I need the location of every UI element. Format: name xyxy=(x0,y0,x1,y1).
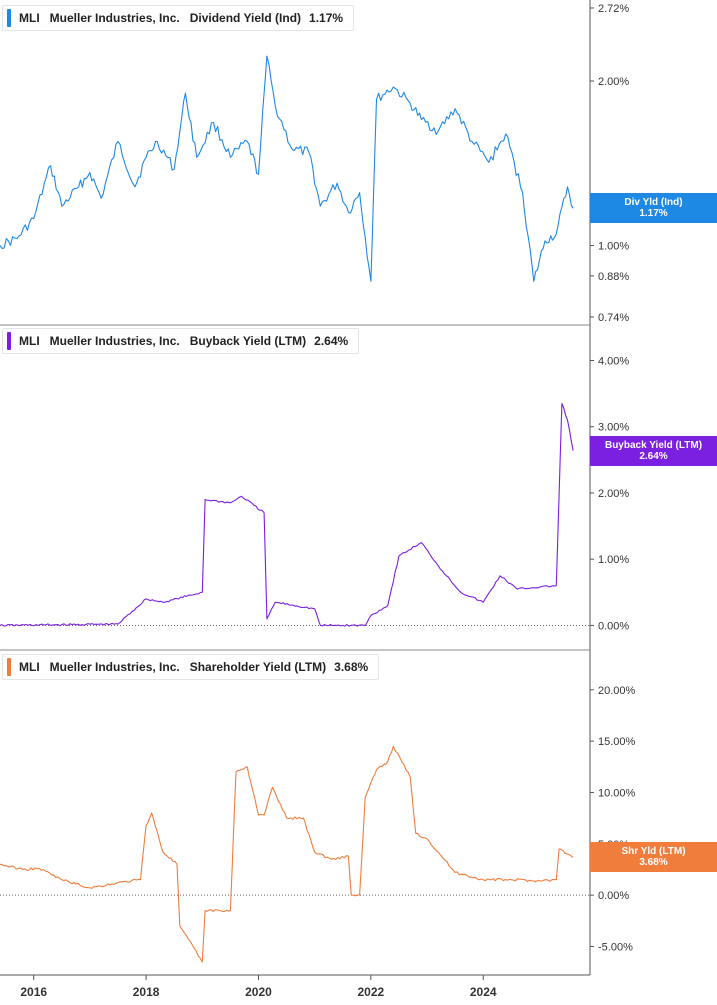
tag-title: Buyback Yield (LTM) xyxy=(604,439,703,451)
legend-metric: Buyback Yield (LTM) xyxy=(189,334,307,348)
legend-ticker: MLI xyxy=(19,11,40,25)
y-tick-label: 20.00% xyxy=(598,685,636,697)
series-line-dividend xyxy=(0,55,574,282)
series-line-buyback xyxy=(0,402,574,627)
y-tick-label: 3.00% xyxy=(598,422,629,434)
x-tick-label: 2020 xyxy=(245,985,272,999)
y-tick-label: 0.00% xyxy=(598,620,629,632)
y-tick-label: 4.00% xyxy=(598,355,629,367)
legend-metric: Shareholder Yield (LTM) xyxy=(189,660,327,674)
legend-ticker: MLI xyxy=(19,660,40,674)
tag-value: 3.68% xyxy=(639,857,668,869)
tag-title: Div Yld (Ind) xyxy=(624,197,683,209)
y-tick-label: 1.00% xyxy=(598,554,629,566)
value-tag-shareholder: Shr Yld (LTM) 3.68% xyxy=(590,842,717,873)
y-tick-label: 0.74% xyxy=(598,312,629,324)
legend-company: Mueller Industries, Inc. xyxy=(49,11,180,25)
legend-swatch xyxy=(7,658,11,676)
legend-swatch xyxy=(7,9,11,27)
y-tick-label: 15.00% xyxy=(598,736,636,748)
y-tick-label: 2.00% xyxy=(598,488,629,500)
y-tick-label: 1.00% xyxy=(598,241,629,253)
legend-dividend[interactable]: MLI Mueller Industries, Inc. Dividend Yiel… xyxy=(2,5,355,31)
legend-company: Mueller Industries, Inc. xyxy=(49,334,180,348)
value-tag-dividend: Div Yld (Ind) 1.17% xyxy=(590,193,717,224)
legend-company: Mueller Industries, Inc. xyxy=(49,660,180,674)
tag-value: 2.64% xyxy=(639,450,668,462)
legend-swatch xyxy=(7,332,11,350)
y-tick-label: -5.00% xyxy=(598,941,633,953)
y-tick-label: 0.00% xyxy=(598,890,629,902)
legend-value: 1.17% xyxy=(309,11,344,25)
series-line-shareholder xyxy=(0,745,574,963)
x-tick-label: 2024 xyxy=(470,985,497,999)
x-tick-label: 2016 xyxy=(20,985,47,999)
y-tick-label: 0.88% xyxy=(598,271,629,283)
y-tick-label: 2.00% xyxy=(598,76,629,88)
tag-title: Shr Yld (LTM) xyxy=(621,846,686,858)
legend-buyback[interactable]: MLI Mueller Industries, Inc. Buyback Yield… xyxy=(2,328,360,354)
y-tick-label: 2.72% xyxy=(598,3,629,15)
legend-metric: Dividend Yield (Ind) xyxy=(189,11,302,25)
legend-value: 3.68% xyxy=(334,660,369,674)
legend-ticker: MLI xyxy=(19,334,40,348)
y-tick-label: 10.00% xyxy=(598,787,636,799)
legend-shareholder[interactable]: MLI Mueller Industries, Inc. Shareholder Y… xyxy=(2,654,380,680)
x-tick-label: 2022 xyxy=(358,985,385,999)
x-tick-label: 2018 xyxy=(133,985,160,999)
tag-value: 1.17% xyxy=(639,208,668,220)
legend-value: 2.64% xyxy=(314,334,349,348)
value-tag-buyback: Buyback Yield (LTM) 2.64% xyxy=(590,435,717,466)
